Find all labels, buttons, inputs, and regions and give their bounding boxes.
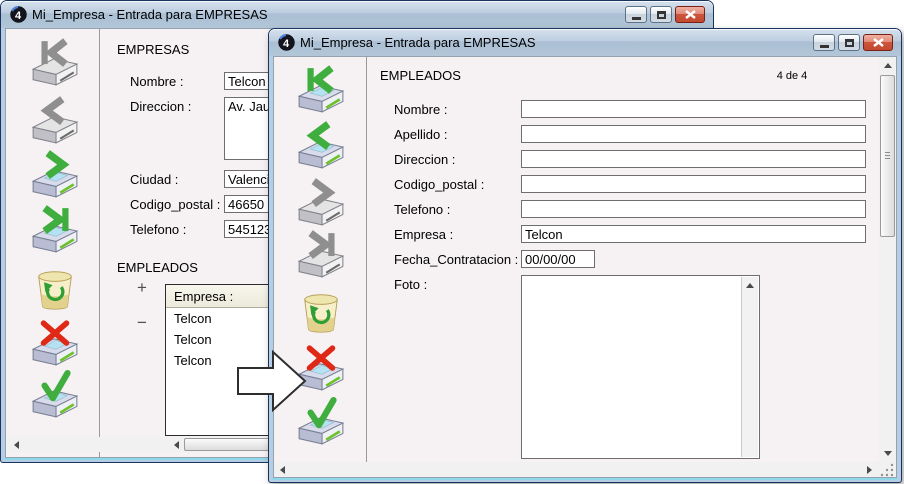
arrow-up-icon [746, 283, 754, 288]
first-record-button[interactable] [26, 37, 84, 89]
delete-record-button[interactable] [292, 286, 350, 338]
field-label-apellido: Apellido : [394, 127, 447, 142]
titlebar-empresas[interactable]: Mi_Empresa - Entrada para EMPRESAS [1, 1, 713, 28]
toolbar-divider [99, 29, 100, 457]
first-record-icon [28, 38, 82, 88]
close-button[interactable] [863, 34, 893, 51]
next-record-icon [294, 178, 348, 228]
last-record-button[interactable] [26, 204, 84, 256]
window-empleados: Mi_Empresa - Entrada para EMPRESAS [268, 28, 902, 483]
field-label-telefono: Telefono : [130, 222, 186, 237]
cancel-icon [28, 318, 82, 368]
arrow-right-icon [867, 466, 872, 474]
scroll-down-button[interactable] [880, 446, 895, 461]
previous-record-button[interactable] [26, 95, 84, 147]
resize-grip-icon [880, 462, 895, 477]
fecha-contratacion-input[interactable] [521, 250, 595, 268]
arrow-left-icon [174, 441, 179, 449]
arrow-up-icon [884, 63, 892, 68]
empresa-input[interactable] [521, 225, 866, 243]
remove-row-button[interactable]: − [132, 313, 152, 333]
previous-record-button[interactable] [292, 120, 350, 172]
previous-record-icon [28, 96, 82, 146]
form-title: EMPLEADOS [380, 68, 461, 83]
titlebar-empleados[interactable]: Mi_Empresa - Entrada para EMPRESAS [269, 29, 901, 56]
scroll-left-button[interactable] [275, 462, 290, 477]
delete-record-button[interactable] [26, 263, 84, 315]
add-row-button[interactable]: + [132, 278, 152, 298]
maximize-icon [845, 39, 854, 47]
field-label-telefono: Telefono : [394, 202, 450, 217]
maximize-button[interactable] [838, 34, 860, 51]
nombre-input[interactable] [521, 100, 866, 118]
foto-field[interactable] [521, 275, 760, 459]
cancel-button[interactable] [26, 317, 84, 369]
last-record-icon [28, 205, 82, 255]
minimize-icon [632, 17, 641, 20]
field-label-nombre: Nombre : [394, 102, 447, 117]
scroll-up-button[interactable] [880, 58, 895, 73]
minimize-icon [820, 45, 829, 48]
resize-grip[interactable] [878, 462, 896, 477]
codigo-postal-input[interactable] [521, 175, 866, 193]
maximize-button[interactable] [650, 6, 672, 23]
first-record-icon [294, 65, 348, 115]
foto-scroll-up-button[interactable] [742, 278, 757, 292]
telefono-input[interactable] [521, 200, 866, 218]
subform-title: EMPLEADOS [117, 260, 198, 275]
record-counter: 4 de 4 [757, 70, 827, 82]
arrow-down-icon [884, 451, 892, 456]
maximize-icon [657, 11, 666, 19]
window-title: Mi_Empresa - Entrada para EMPRESAS [32, 7, 268, 22]
field-label-direccion: Direccion : [394, 152, 455, 167]
next-record-icon [28, 150, 82, 200]
close-icon [873, 38, 884, 47]
vertical-scrollbar[interactable] [879, 57, 896, 462]
close-icon [685, 10, 696, 19]
field-label-nombre: Nombre : [130, 74, 183, 89]
accept-button[interactable] [26, 369, 84, 421]
arrow-left-icon [280, 466, 285, 474]
minimize-button[interactable] [813, 34, 835, 51]
apellido-input[interactable] [521, 125, 866, 143]
delete-record-icon [30, 266, 80, 312]
field-label-codigo-postal: Codigo_postal : [130, 197, 220, 212]
foto-scrollbar[interactable] [741, 277, 758, 457]
next-record-button[interactable] [292, 177, 350, 229]
empleados-form-area: EMPLEADOS 4 de 4 Nombre : Apellido : Dir… [273, 56, 897, 478]
app-4d-icon [278, 34, 295, 51]
minimize-button[interactable] [625, 6, 647, 23]
scroll-right-button[interactable] [862, 462, 877, 477]
field-label-fecha-contratacion: Fecha_Contratacion : [394, 252, 518, 267]
field-label-foto: Foto : [394, 277, 427, 292]
next-record-button[interactable] [26, 149, 84, 201]
toolbar-divider [366, 57, 367, 462]
direccion-input[interactable] [521, 150, 866, 168]
form-title: EMPRESAS [117, 42, 189, 57]
first-record-button[interactable] [292, 64, 350, 116]
vertical-scrollbar-thumb[interactable] [880, 75, 895, 237]
field-label-empresa: Empresa : [394, 227, 453, 242]
horizontal-scrollbar[interactable] [274, 462, 878, 477]
app-4d-icon [10, 6, 27, 23]
accept-icon [28, 370, 82, 420]
field-label-codigo-postal: Codigo_postal : [394, 177, 484, 192]
last-record-icon [294, 230, 348, 280]
arrow-left-icon [14, 441, 19, 449]
field-label-ciudad: Ciudad : [130, 172, 178, 187]
transition-arrow-icon [236, 350, 308, 412]
delete-record-icon [296, 289, 346, 335]
previous-record-icon [294, 121, 348, 171]
window-title: Mi_Empresa - Entrada para EMPRESAS [300, 35, 536, 50]
field-label-direccion: Direccion : [130, 99, 191, 114]
scroll-left-button[interactable] [9, 437, 24, 452]
close-button[interactable] [675, 6, 705, 23]
last-record-button[interactable] [292, 229, 350, 281]
thumb-grip [885, 152, 890, 159]
listbox-scroll-left-button[interactable] [169, 437, 184, 452]
